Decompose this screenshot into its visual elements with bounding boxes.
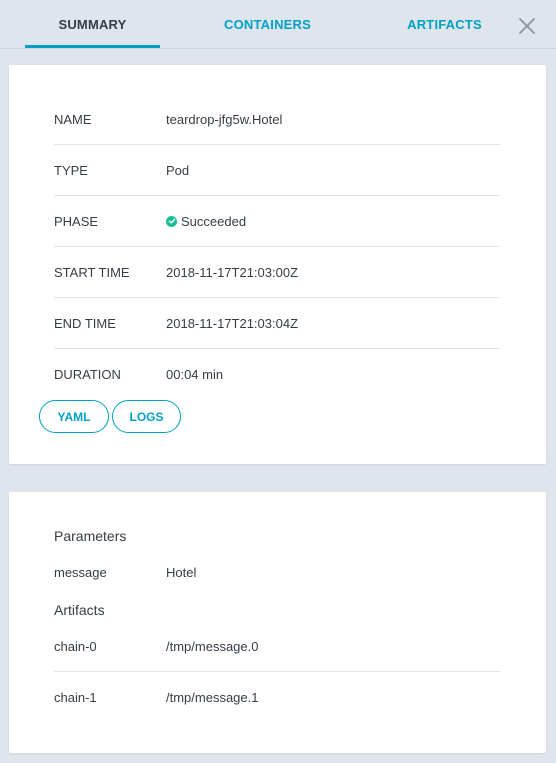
summary-row-end-time: END TIME 2018-11-17T21:03:04Z <box>54 298 501 349</box>
artifact-key: chain-0 <box>54 638 97 654</box>
check-circle-icon <box>166 215 177 227</box>
artifact-row: chain-0 /tmp/message.0 <box>54 621 501 672</box>
tab-containers[interactable]: CONTAINERS <box>200 0 335 48</box>
row-key: START TIME <box>54 264 130 280</box>
summary-row-type: TYPE Pod <box>54 145 501 196</box>
row-value: teardrop-jfg5w.Hotel <box>166 111 283 127</box>
row-key: DURATION <box>54 367 121 382</box>
artifact-value: /tmp/message.1 <box>166 690 259 705</box>
artifact-row: chain-1 /tmp/message.1 <box>54 672 501 723</box>
summary-row-phase: PHASE Succeeded <box>54 196 501 247</box>
tab-artifacts[interactable]: ARTIFACTS <box>377 0 512 48</box>
phase-value: Succeeded <box>166 214 246 229</box>
artifact-value: /tmp/message.0 <box>166 638 259 654</box>
row-value: 2018-11-17T21:03:00Z <box>166 264 299 280</box>
summary-row-start-time: START TIME 2018-11-17T21:03:00Z <box>54 247 501 298</box>
row-value: 2018-11-17T21:03:04Z <box>166 315 299 331</box>
summary-card: NAME teardrop-jfg5w.Hotel TYPE Pod PHASE… <box>9 65 546 464</box>
tab-bar: SUMMARY CONTAINERS ARTIFACTS <box>0 0 556 49</box>
row-key: PHASE <box>54 213 99 229</box>
inputs-outputs-card: Parameters message Hotel Artifacts chain… <box>9 492 546 753</box>
active-tab-indicator <box>25 45 160 48</box>
row-value: Pod <box>166 162 190 178</box>
row-value: 00:04 min <box>166 367 224 382</box>
summary-row-duration: DURATION 00:04 min <box>54 349 501 400</box>
param-value: Hotel <box>166 565 197 580</box>
artifacts-title: Artifacts <box>54 602 105 618</box>
tab-summary[interactable]: SUMMARY <box>25 0 160 48</box>
parameter-row: message Hotel <box>54 547 501 598</box>
summary-row-name: NAME teardrop-jfg5w.Hotel <box>54 94 501 145</box>
row-key: END TIME <box>54 315 116 331</box>
artifact-key: chain-1 <box>54 690 97 705</box>
row-key: TYPE <box>54 162 88 178</box>
param-key: message <box>54 565 107 580</box>
row-key: NAME <box>54 111 92 127</box>
yaml-button[interactable]: YAML <box>39 400 109 433</box>
parameters-title: Parameters <box>54 528 127 544</box>
logs-button[interactable]: LOGS <box>112 400 181 433</box>
phase-label: Succeeded <box>181 213 247 229</box>
close-icon[interactable] <box>516 15 538 37</box>
